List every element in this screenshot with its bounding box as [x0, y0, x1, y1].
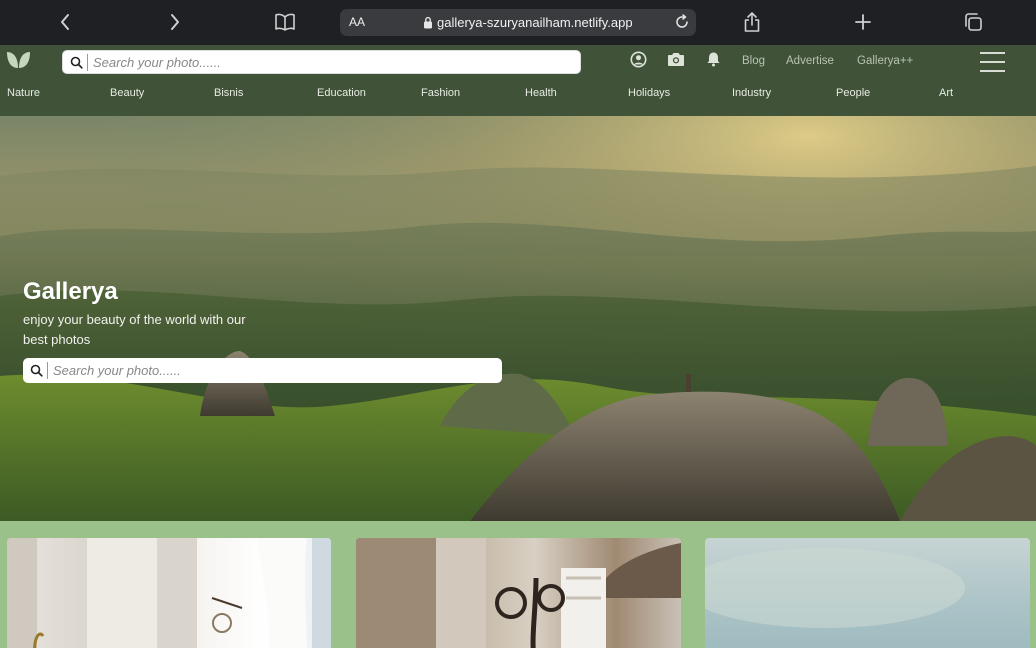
- reload-icon[interactable]: [674, 14, 690, 30]
- nav-search-bar[interactable]: [62, 50, 581, 74]
- hero-banner: Gallerya enjoy your beauty of the world …: [0, 116, 1036, 521]
- nav-search-input[interactable]: [93, 53, 573, 72]
- text-size-button[interactable]: AA: [349, 15, 365, 29]
- forward-button[interactable]: [165, 8, 185, 36]
- share-icon: [744, 12, 760, 32]
- hero-search-input[interactable]: [53, 361, 493, 380]
- back-button[interactable]: [55, 8, 75, 36]
- url-text: gallerya-szuryanailham.netlify.app: [437, 15, 633, 30]
- category-people[interactable]: People: [836, 87, 870, 99]
- category-industry[interactable]: Industry: [732, 87, 771, 99]
- search-divider: [47, 362, 48, 379]
- photo-gallery-grid: [0, 521, 1036, 648]
- leaf-logo-icon: [7, 52, 30, 68]
- nav-link-gallerya-plus[interactable]: Gallerya++: [857, 55, 913, 67]
- book-icon: [275, 13, 295, 31]
- category-holidays[interactable]: Holidays: [628, 87, 670, 99]
- new-tab-button[interactable]: [853, 8, 873, 36]
- photo-card[interactable]: [7, 538, 331, 648]
- photo-interior-image: [7, 538, 331, 648]
- camera-icon[interactable]: [667, 51, 685, 67]
- plus-icon: [855, 14, 871, 30]
- site-logo[interactable]: [5, 50, 32, 75]
- nav-link-blog[interactable]: Blog: [742, 55, 765, 67]
- hero-title: Gallerya: [23, 278, 118, 305]
- user-circle-icon[interactable]: [630, 51, 647, 68]
- category-health[interactable]: Health: [525, 87, 557, 99]
- category-education[interactable]: Education: [317, 87, 366, 99]
- browser-toolbar: AA gallerya-szuryanailham.netlify.app: [0, 0, 1036, 45]
- hero-subtitle: enjoy your beauty of the world with our …: [23, 312, 246, 347]
- chevron-right-icon: [171, 14, 179, 30]
- search-divider: [87, 54, 88, 71]
- share-button[interactable]: [741, 8, 763, 36]
- category-nature[interactable]: Nature: [7, 87, 40, 99]
- tabs-icon: [965, 13, 982, 31]
- tabs-button[interactable]: [962, 8, 984, 36]
- nav-link-advertise[interactable]: Advertise: [786, 55, 834, 67]
- search-icon: [70, 56, 83, 69]
- category-art[interactable]: Art: [939, 87, 953, 99]
- photo-card[interactable]: [356, 538, 681, 648]
- category-bisnis[interactable]: Bisnis: [214, 87, 243, 99]
- bookmarks-button[interactable]: [273, 8, 297, 36]
- hero-search-bar[interactable]: [23, 358, 502, 383]
- hamburger-menu-button[interactable]: [980, 52, 1005, 73]
- bell-icon[interactable]: [706, 51, 721, 67]
- chevron-left-icon: [61, 14, 69, 30]
- category-beauty[interactable]: Beauty: [110, 87, 144, 99]
- site-navbar: Blog Advertise Gallerya++ Nature Beauty …: [0, 45, 1036, 116]
- category-fashion[interactable]: Fashion: [421, 87, 460, 99]
- search-icon: [30, 364, 43, 377]
- photo-card[interactable]: [705, 538, 1030, 648]
- address-bar[interactable]: AA gallerya-szuryanailham.netlify.app: [340, 9, 696, 36]
- lock-icon: [424, 16, 432, 29]
- photo-wall-image: [356, 538, 681, 648]
- photo-sky-image: [705, 548, 965, 628]
